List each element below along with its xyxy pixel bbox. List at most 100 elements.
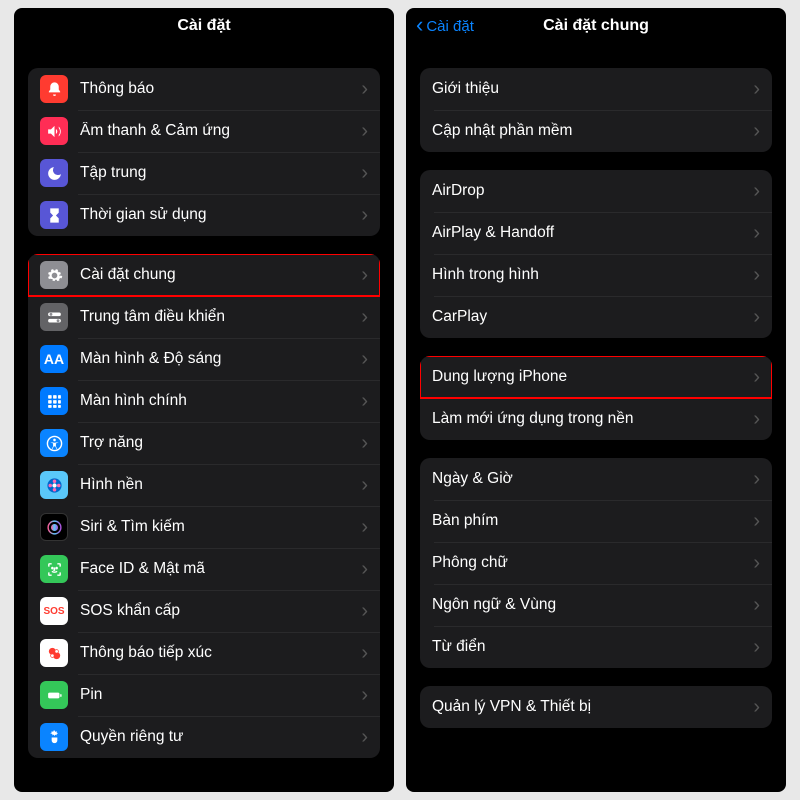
chevron-right-icon: › [361, 433, 368, 453]
chevron-right-icon: › [361, 349, 368, 369]
chevron-right-icon: › [753, 121, 760, 141]
chevron-right-icon: › [361, 307, 368, 327]
chevron-right-icon: › [753, 511, 760, 531]
siri-icon [40, 513, 68, 541]
page-title: Cài đặt chung [543, 17, 649, 35]
chevron-right-icon: › [361, 121, 368, 141]
list-item-label: Làm mới ứng dụng trong nền [432, 410, 753, 428]
list-item[interactable]: AA Màn hình & Độ sáng› [28, 338, 380, 380]
list-item[interactable]: Cài đặt chung› [28, 254, 380, 296]
list-item-label: Pin [80, 686, 361, 704]
list-item[interactable]: Face ID & Mật mã› [28, 548, 380, 590]
page-title: Cài đặt [177, 17, 230, 35]
general-group-4: Ngày & Giờ›Bàn phím›Phông chữ›Ngôn ngữ &… [420, 458, 772, 668]
chevron-right-icon: › [753, 697, 760, 717]
list-item-label: Màn hình & Độ sáng [80, 350, 361, 368]
chevron-right-icon: › [753, 595, 760, 615]
list-item[interactable]: Pin› [28, 674, 380, 716]
list-item-label: Bàn phím [432, 512, 753, 530]
navbar-left: Cài đặt [14, 8, 394, 44]
settings-group-1: Thông báo›Âm thanh & Cảm ứng›Tập trung›T… [28, 68, 380, 236]
list-item-label: CarPlay [432, 308, 753, 326]
chevron-right-icon: › [361, 475, 368, 495]
list-item[interactable]: SOS SOS khẩn cấp› [28, 590, 380, 632]
list-item[interactable]: Ngôn ngữ & Vùng› [420, 584, 772, 626]
list-item-label: Giới thiệu [432, 80, 753, 98]
list-item-label: AirDrop [432, 182, 753, 200]
list-item[interactable]: AirPlay & Handoff› [420, 212, 772, 254]
chevron-right-icon: › [361, 601, 368, 621]
grid-icon [40, 387, 68, 415]
list-item[interactable]: Phông chữ› [420, 542, 772, 584]
chevron-right-icon: › [753, 265, 760, 285]
list-item[interactable]: Bàn phím› [420, 500, 772, 542]
chevron-right-icon: › [361, 391, 368, 411]
list-item-label: Phông chữ [432, 554, 753, 572]
list-item[interactable]: Màn hình chính› [28, 380, 380, 422]
list-item[interactable]: Trung tâm điều khiển› [28, 296, 380, 338]
list-item[interactable]: Quản lý VPN & Thiết bị› [420, 686, 772, 728]
general-screen-right: ‹ Cài đặt Cài đặt chung Giới thiệu›Cập n… [406, 8, 786, 792]
settings-group-2: Cài đặt chung›Trung tâm điều khiển›AAMàn… [28, 254, 380, 758]
chevron-right-icon: › [361, 265, 368, 285]
chevron-right-icon: › [753, 637, 760, 657]
list-item-label: SOS khẩn cấp [80, 602, 361, 620]
list-item-label: Màn hình chính [80, 392, 361, 410]
hand-icon [40, 723, 68, 751]
list-item-label: Tập trung [80, 164, 361, 182]
list-item[interactable]: Thông báo› [28, 68, 380, 110]
list-item[interactable]: Thời gian sử dụng› [28, 194, 380, 236]
exposure-icon [40, 639, 68, 667]
accessibility-icon [40, 429, 68, 457]
chevron-right-icon: › [361, 685, 368, 705]
settings-screen-left: Cài đặt Thông báo›Âm thanh & Cảm ứng›Tập… [14, 8, 394, 792]
list-item-label: Từ điển [432, 638, 753, 656]
list-item[interactable]: Từ điển› [420, 626, 772, 668]
list-item-label: Hình nền [80, 476, 361, 494]
list-item-label: Thời gian sử dụng [80, 206, 361, 224]
list-item[interactable]: Dung lượng iPhone› [420, 356, 772, 398]
chevron-right-icon: › [361, 205, 368, 225]
list-item[interactable]: Làm mới ứng dụng trong nền› [420, 398, 772, 440]
chevron-right-icon: › [753, 223, 760, 243]
list-item[interactable]: AirDrop› [420, 170, 772, 212]
list-item-label: Siri & Tìm kiếm [80, 518, 361, 536]
chevron-right-icon: › [753, 469, 760, 489]
sos-icon: SOS [40, 597, 68, 625]
moon-icon [40, 159, 68, 187]
list-item-label: Thông báo [80, 80, 361, 98]
list-item-label: Face ID & Mật mã [80, 560, 361, 578]
chevron-right-icon: › [753, 367, 760, 387]
sound-icon [40, 117, 68, 145]
list-item[interactable]: Siri & Tìm kiếm› [28, 506, 380, 548]
content-right: Giới thiệu›Cập nhật phần mềm› AirDrop›Ai… [406, 68, 786, 728]
list-item[interactable]: Giới thiệu› [420, 68, 772, 110]
list-item[interactable]: CarPlay› [420, 296, 772, 338]
list-item[interactable]: Tập trung› [28, 152, 380, 194]
list-item[interactable]: Âm thanh & Cảm ứng› [28, 110, 380, 152]
list-item-label: Cập nhật phần mềm [432, 122, 753, 140]
chevron-right-icon: › [361, 79, 368, 99]
list-item[interactable]: Ngày & Giờ› [420, 458, 772, 500]
chevron-right-icon: › [361, 643, 368, 663]
list-item[interactable]: Thông báo tiếp xúc› [28, 632, 380, 674]
list-item-label: Quyền riêng tư [80, 728, 361, 746]
list-item[interactable]: Cập nhật phần mềm› [420, 110, 772, 152]
list-item[interactable]: Trợ năng› [28, 422, 380, 464]
list-item-label: Ngôn ngữ & Vùng [432, 596, 753, 614]
bell-icon [40, 75, 68, 103]
list-item-label: Trợ năng [80, 434, 361, 452]
list-item[interactable]: Hình nền› [28, 464, 380, 506]
general-group-2: AirDrop›AirPlay & Handoff›Hình trong hìn… [420, 170, 772, 338]
battery-icon [40, 681, 68, 709]
back-label: Cài đặt [426, 18, 474, 35]
general-group-5: Quản lý VPN & Thiết bị› [420, 686, 772, 728]
list-item-label: Âm thanh & Cảm ứng [80, 122, 361, 140]
list-item-label: Cài đặt chung [80, 266, 361, 284]
aa-icon: AA [40, 345, 68, 373]
chevron-left-icon: ‹ [416, 14, 423, 36]
hourglass-icon [40, 201, 68, 229]
back-button[interactable]: ‹ Cài đặt [416, 16, 474, 36]
list-item[interactable]: Hình trong hình› [420, 254, 772, 296]
list-item[interactable]: Quyền riêng tư› [28, 716, 380, 758]
